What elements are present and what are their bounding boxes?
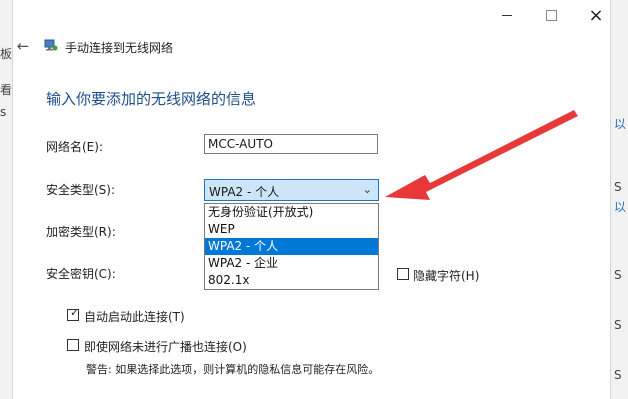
auto-start-label: 自动启动此连接(T) — [84, 310, 185, 324]
window-title: 手动连接到无线网络 — [65, 41, 174, 55]
minimize-button[interactable] — [487, 4, 527, 26]
dropdown-option[interactable]: 无身份验证(开放式) — [205, 204, 378, 221]
background-text: S — [614, 268, 622, 282]
dropdown-option[interactable]: WPA2 - 企业 — [205, 255, 378, 272]
security-type-label: 安全类型(S): — [46, 183, 116, 197]
close-button[interactable]: × — [576, 4, 616, 26]
security-type-dropdown-list: 无身份验证(开放式) WEP WPA2 - 个人 WPA2 - 企业 802.1… — [204, 203, 379, 290]
background-text: s — [0, 105, 7, 119]
hide-characters-label: 隐藏字符(H) — [413, 269, 480, 283]
back-arrow-icon: ← — [16, 37, 30, 55]
close-icon: × — [588, 4, 604, 26]
security-type-value: WPA2 - 个人 — [209, 185, 280, 199]
dropdown-option-selected[interactable]: WPA2 - 个人 — [205, 238, 378, 255]
background-text: S — [614, 368, 622, 382]
hide-characters-checkbox[interactable] — [397, 268, 409, 280]
page-heading: 输入你要添加的无线网络的信息 — [46, 90, 257, 108]
checkmark-icon: ✓ — [70, 306, 80, 319]
network-name-input[interactable]: MCC-AUTO — [204, 134, 378, 154]
connect-hidden-checkbox[interactable] — [67, 339, 79, 351]
back-button[interactable]: ← — [14, 37, 32, 55]
dropdown-option[interactable]: 802.1x — [205, 272, 378, 289]
background-window-left-edge — [12, 0, 13, 399]
background-window-right-edge — [610, 0, 611, 399]
connect-hidden-label: 即使网络未进行广播也连接(O) — [84, 340, 247, 354]
background-text: S — [614, 318, 622, 332]
maximize-icon — [545, 9, 557, 21]
privacy-warning: 警告: 如果选择此选项，则计算机的隐私信息可能存在风险。 — [86, 363, 380, 376]
security-key-label: 安全密钥(C): — [46, 267, 116, 281]
background-text: 以 — [614, 117, 627, 131]
network-name-value: MCC-AUTO — [208, 137, 273, 151]
network-name-label: 网络名(E): — [46, 140, 103, 154]
network-wizard-icon — [44, 39, 58, 51]
chevron-down-icon: ⌄ — [362, 183, 372, 196]
encryption-type-label: 加密类型(R): — [46, 225, 116, 239]
background-text: 看 — [0, 83, 13, 97]
background-text: S — [614, 180, 622, 194]
background-text: 板 — [0, 47, 13, 61]
auto-start-checkbox[interactable]: ✓ — [67, 306, 80, 321]
security-type-select[interactable]: WPA2 - 个人 ⌄ — [204, 179, 379, 201]
minimize-icon — [502, 14, 512, 16]
maximize-button[interactable] — [531, 4, 571, 26]
dropdown-option[interactable]: WEP — [205, 221, 378, 238]
background-text: 以 — [614, 200, 627, 214]
